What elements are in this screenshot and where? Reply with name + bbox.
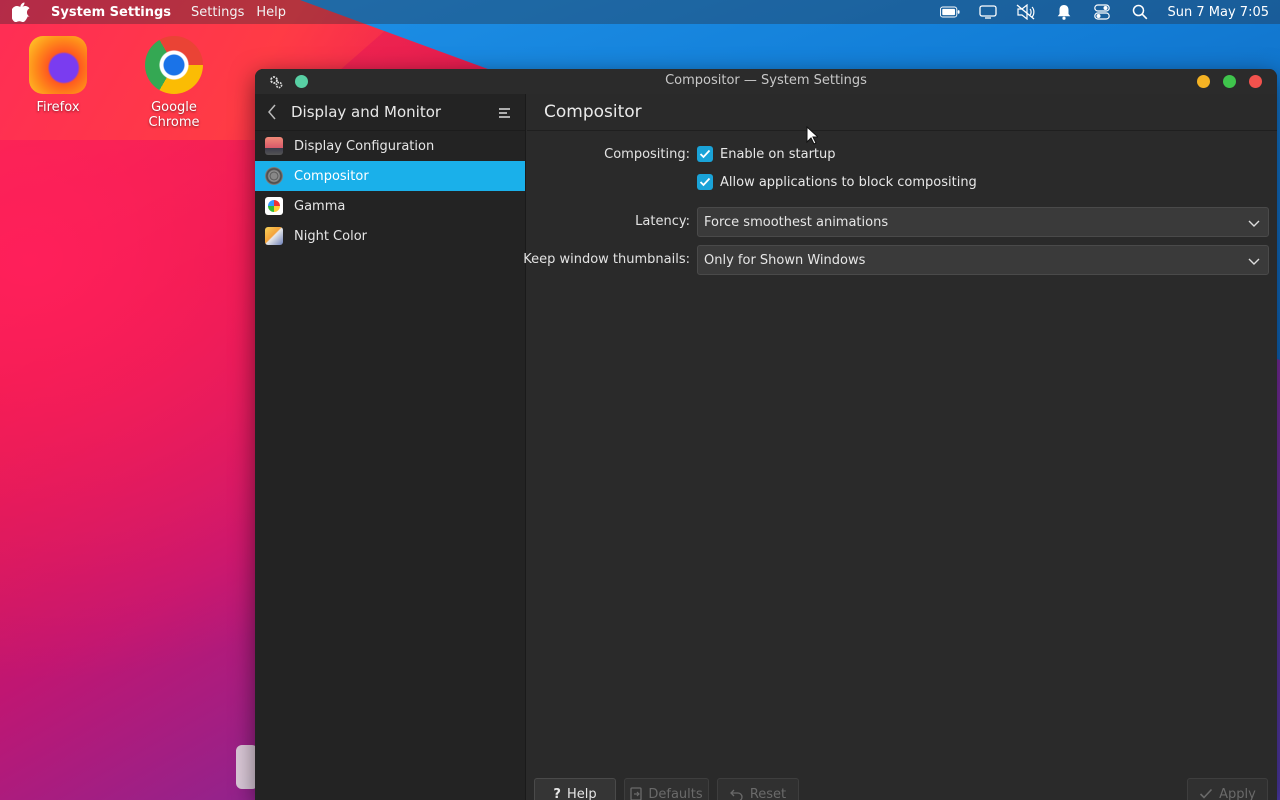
compositing-label: Compositing: — [604, 147, 690, 162]
sidebar-item-gamma[interactable]: Gamma — [255, 191, 525, 221]
close-button[interactable] — [1249, 75, 1262, 88]
clock[interactable]: Sun 7 May 7:05 — [1168, 5, 1269, 20]
sidebar-item-label: Night Color — [294, 228, 367, 244]
display-icon[interactable] — [978, 4, 998, 20]
defaults-button-label: Defaults — [648, 786, 703, 800]
thumbnails-label: Keep window thumbnails: — [523, 252, 690, 267]
control-center-icon[interactable] — [1092, 4, 1112, 20]
sidebar-header: Display and Monitor — [255, 94, 525, 131]
gamma-icon — [265, 197, 283, 215]
mouse-cursor-icon — [806, 126, 818, 145]
search-icon[interactable] — [1130, 4, 1150, 20]
minimize-button[interactable] — [1197, 75, 1210, 88]
night-color-icon — [265, 227, 283, 245]
reset-button-label: Reset — [749, 786, 787, 800]
page-title: Compositor — [527, 94, 1277, 131]
reset-button[interactable]: Reset — [717, 778, 799, 800]
latency-select[interactable]: Force smoothest animations — [697, 207, 1269, 237]
latency-label: Latency: — [635, 214, 690, 229]
battery-icon[interactable] — [939, 4, 960, 20]
sidebar-item-compositor[interactable]: Compositor — [255, 161, 525, 191]
sidebar-item-display-configuration[interactable]: Display Configuration — [255, 131, 525, 161]
desktop-icon-label: Firefox — [36, 100, 80, 115]
back-arrow-icon[interactable] — [267, 104, 281, 120]
apple-menu-icon[interactable] — [12, 0, 34, 24]
hamburger-menu-icon[interactable] — [499, 107, 511, 118]
window-titlebar[interactable]: Compositor — System Settings — [255, 69, 1277, 94]
desktop-icon-firefox[interactable]: Firefox — [8, 36, 108, 115]
maximize-button[interactable] — [1223, 75, 1236, 88]
sidebar-title: Display and Monitor — [291, 103, 442, 121]
sidebar-item-label: Display Configuration — [294, 138, 435, 154]
window-title: Compositor — System Settings — [665, 73, 867, 88]
apply-button[interactable]: Apply — [1187, 778, 1268, 800]
desktop-icon-label: Google Chrome — [148, 100, 200, 130]
notification-bell-icon[interactable] — [1054, 4, 1074, 20]
volume-muted-icon[interactable] — [1016, 4, 1036, 20]
thumbnails-select[interactable]: Only for Shown Windows — [697, 245, 1269, 275]
top-menubar: System Settings Settings Help Sun 7 May … — [0, 0, 1280, 24]
chevron-down-icon — [1248, 255, 1260, 265]
help-button[interactable]: ? Help — [534, 778, 616, 800]
menu-settings[interactable]: Settings — [191, 5, 244, 20]
system-tray: Sun 7 May 7:05 — [939, 0, 1280, 24]
sidebar-item-night-color[interactable]: Night Color — [255, 221, 525, 251]
apply-button-label: Apply — [1219, 786, 1256, 800]
content-pane: Compositor Compositing: Enable on startu… — [523, 94, 1277, 800]
sidebar: Display and Monitor Display Configuratio… — [255, 94, 526, 800]
system-settings-window: Compositor — System Settings Display and… — [255, 69, 1277, 800]
allow-block-compositing-checkbox[interactable]: Allow applications to block compositing — [697, 174, 977, 190]
display-config-icon — [265, 137, 283, 155]
chevron-down-icon — [1248, 217, 1260, 227]
menubar-app-name[interactable]: System Settings — [51, 5, 171, 20]
desktop-icon-chrome[interactable]: Google Chrome — [124, 36, 224, 130]
checkbox-label: Allow applications to block compositing — [720, 174, 977, 190]
menu-help[interactable]: Help — [256, 5, 286, 20]
latency-value: Force smoothest animations — [704, 214, 889, 230]
checkbox-checked-icon[interactable] — [697, 174, 713, 190]
sidebar-item-label: Gamma — [294, 198, 346, 214]
undo-icon — [729, 788, 744, 800]
enable-on-startup-checkbox[interactable]: Enable on startup — [697, 146, 836, 162]
defaults-button[interactable]: Defaults — [624, 778, 709, 800]
question-mark-icon: ? — [553, 786, 561, 800]
checkbox-label: Enable on startup — [720, 146, 836, 162]
sidebar-item-label: Compositor — [294, 168, 369, 184]
checkmark-icon — [1199, 788, 1213, 800]
checkbox-checked-icon[interactable] — [697, 146, 713, 162]
firefox-icon — [29, 36, 87, 94]
thumbnails-value: Only for Shown Windows — [704, 252, 866, 268]
help-button-label: Help — [566, 786, 597, 800]
defaults-icon — [630, 787, 643, 800]
chrome-icon — [145, 36, 203, 94]
compositor-icon — [265, 167, 283, 185]
